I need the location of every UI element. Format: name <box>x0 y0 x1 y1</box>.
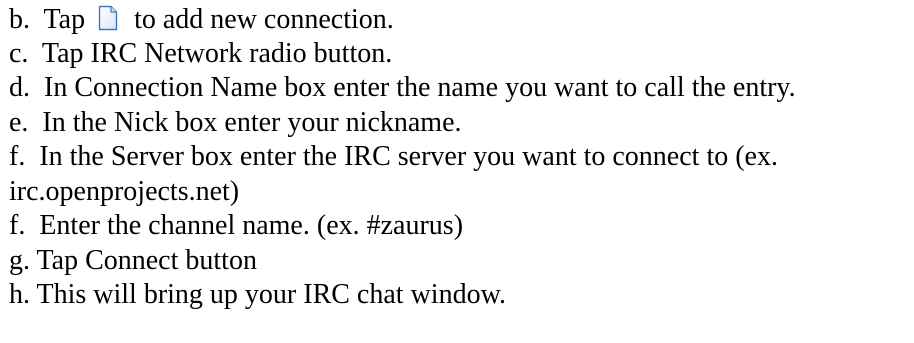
step-f-channel: f. Enter the channel name. (ex. #zaurus) <box>9 210 464 241</box>
step-c: c. Tap IRC Network radio button. <box>9 38 393 69</box>
step-f-server-line1: f. In the Server box enter the IRC serve… <box>9 141 778 172</box>
step-g: g. Tap Connect button <box>9 245 257 276</box>
new-document-icon <box>98 5 118 31</box>
step-d: d. In Connection Name box enter the name… <box>9 72 796 103</box>
step-f-server-line2: irc.openprojects.net) <box>9 176 240 207</box>
step-h: h. This will bring up your IRC chat wind… <box>9 279 506 310</box>
step-b-prefix: b. Tap <box>9 4 93 35</box>
instruction-document: b. Tap to add new connection. c. Tap IRC… <box>0 0 914 343</box>
step-b: b. Tap to add new connection. <box>9 5 394 35</box>
step-b-suffix: to add new connection. <box>120 4 394 35</box>
step-e: e. In the Nick box enter your nickname. <box>9 107 462 138</box>
